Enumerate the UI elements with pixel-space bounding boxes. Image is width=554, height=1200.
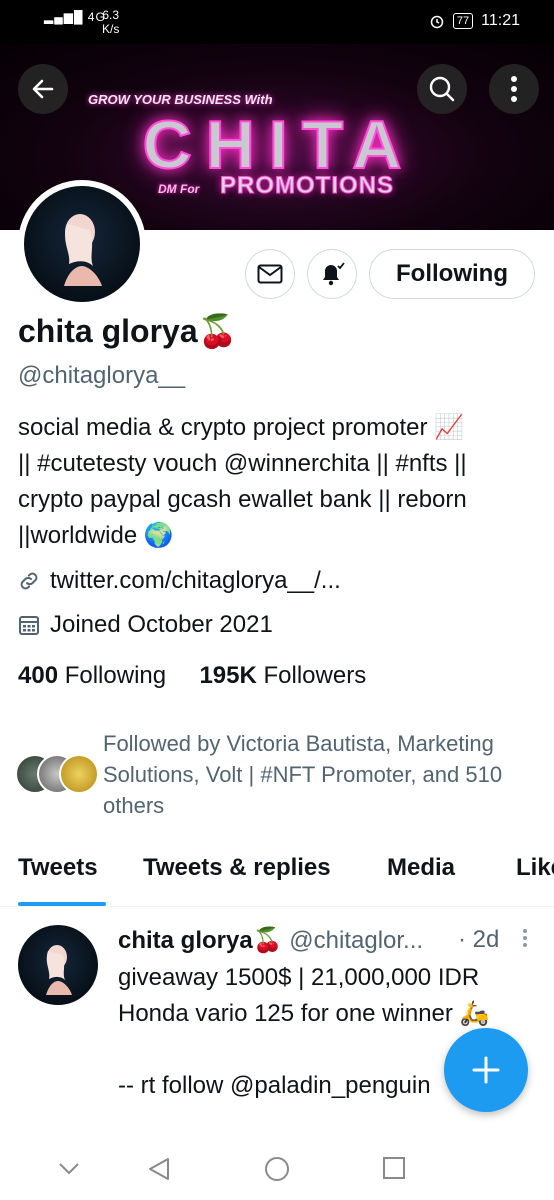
tweet-author-name[interactable]: chita glorya bbox=[118, 927, 253, 954]
mail-icon bbox=[257, 264, 283, 284]
tweet-author-avatar[interactable] bbox=[18, 925, 98, 1005]
back-arrow-icon bbox=[32, 79, 54, 99]
bio-line: crypto paypal gcash ewallet bank || rebo… bbox=[18, 486, 467, 513]
nav-down-icon[interactable] bbox=[58, 1162, 80, 1176]
message-button[interactable] bbox=[245, 249, 295, 299]
back-button[interactable] bbox=[18, 64, 68, 114]
following-label: Following bbox=[64, 662, 167, 689]
compose-tweet-button[interactable] bbox=[444, 1028, 528, 1112]
tweet-more-icon[interactable] bbox=[522, 928, 528, 948]
profile-stats: 400 Following 195K Followers bbox=[18, 662, 366, 690]
following-count: 400 bbox=[18, 662, 59, 689]
bio-line: social media & crypto project promoter 📈 bbox=[18, 414, 465, 441]
banner-tagline: GROW YOUR BUSINESS With bbox=[88, 92, 273, 107]
bio-line: || #cutetesty vouch @winnerchita || #nft… bbox=[18, 450, 467, 477]
profile-bio: social media & crypto project promoter 📈… bbox=[18, 410, 538, 554]
search-icon bbox=[429, 76, 455, 102]
followed-by-text[interactable]: Followed by Victoria Bautista, Marketing… bbox=[103, 728, 543, 821]
profile-tabs: Tweets Tweets & replies Media Likes bbox=[0, 850, 554, 907]
tweet-author-handle: @chitaglor... bbox=[289, 927, 424, 954]
following-stat[interactable]: 400 Following bbox=[18, 662, 166, 689]
tweet-author-emoji: 🍒 bbox=[252, 927, 283, 954]
follower-avatar bbox=[59, 754, 99, 794]
nav-recents-icon[interactable] bbox=[382, 1156, 406, 1180]
tab-tweets[interactable]: Tweets bbox=[18, 854, 98, 882]
profile-link[interactable]: twitter.com/chitaglorya__/... bbox=[50, 567, 341, 595]
tweet-line: giveaway 1500$ | 21,000,000 IDR bbox=[118, 964, 480, 991]
profile-handle: @chitaglorya__ bbox=[18, 362, 186, 389]
search-button[interactable] bbox=[417, 64, 467, 114]
tab-likes[interactable]: Likes bbox=[516, 854, 554, 882]
speed-unit: K/s bbox=[102, 22, 120, 36]
more-options-button[interactable] bbox=[489, 64, 539, 114]
system-navigation-bar bbox=[0, 1140, 554, 1200]
following-button[interactable]: Following bbox=[369, 249, 535, 299]
profile-joined-row: Joined October 2021 bbox=[18, 611, 273, 639]
joined-date: Joined October 2021 bbox=[50, 611, 273, 638]
bio-line: ||worldwide 🌍 bbox=[18, 522, 174, 549]
tweet-header: chita glorya🍒 @chitaglor... bbox=[118, 926, 423, 955]
speed-value: 6.3 bbox=[102, 8, 120, 22]
followers-count: 195K bbox=[199, 662, 257, 689]
profile-name-text: chita glorya bbox=[18, 313, 198, 349]
tab-tweets-replies[interactable]: Tweets & replies bbox=[143, 854, 331, 882]
banner-dm-for: DM For bbox=[158, 182, 200, 196]
nav-back-icon[interactable] bbox=[146, 1156, 172, 1182]
more-vertical-icon bbox=[511, 76, 517, 102]
followers-stat[interactable]: 195K Followers bbox=[199, 662, 366, 689]
tweet-line: Honda vario 125 for one winner 🛵 bbox=[118, 1000, 490, 1027]
profile-name: chita glorya🍒 bbox=[18, 312, 237, 350]
battery-indicator: 77 bbox=[452, 13, 474, 29]
cherry-emoji: 🍒 bbox=[197, 313, 238, 349]
profile-avatar[interactable] bbox=[18, 180, 146, 308]
notifications-button[interactable] bbox=[307, 249, 357, 299]
banner-brand: CHITA bbox=[142, 107, 416, 183]
followers-label: Followers bbox=[263, 662, 367, 689]
calendar-icon bbox=[19, 616, 39, 635]
tab-media[interactable]: Media bbox=[387, 854, 455, 882]
nav-home-icon[interactable] bbox=[264, 1156, 290, 1182]
network-speed: 6.3 K/s bbox=[102, 8, 119, 36]
bell-plus-icon bbox=[323, 262, 345, 286]
alarm-icon bbox=[430, 15, 444, 29]
active-tab-indicator bbox=[18, 902, 106, 906]
signal-icon: ▂▄▆█ 4G bbox=[44, 10, 106, 24]
plus-icon bbox=[472, 1056, 500, 1084]
clock: 11:21 bbox=[481, 12, 520, 29]
avatar-image bbox=[24, 186, 140, 302]
status-bar: ▂▄▆█ 4G 6.3 K/s 77 11:21 bbox=[0, 0, 554, 44]
tweet-time: · 2d bbox=[458, 926, 500, 953]
banner-promotions: PROMOTIONS bbox=[219, 172, 395, 200]
profile-link-row: twitter.com/chitaglorya__/... bbox=[18, 567, 341, 595]
link-icon bbox=[20, 572, 38, 590]
